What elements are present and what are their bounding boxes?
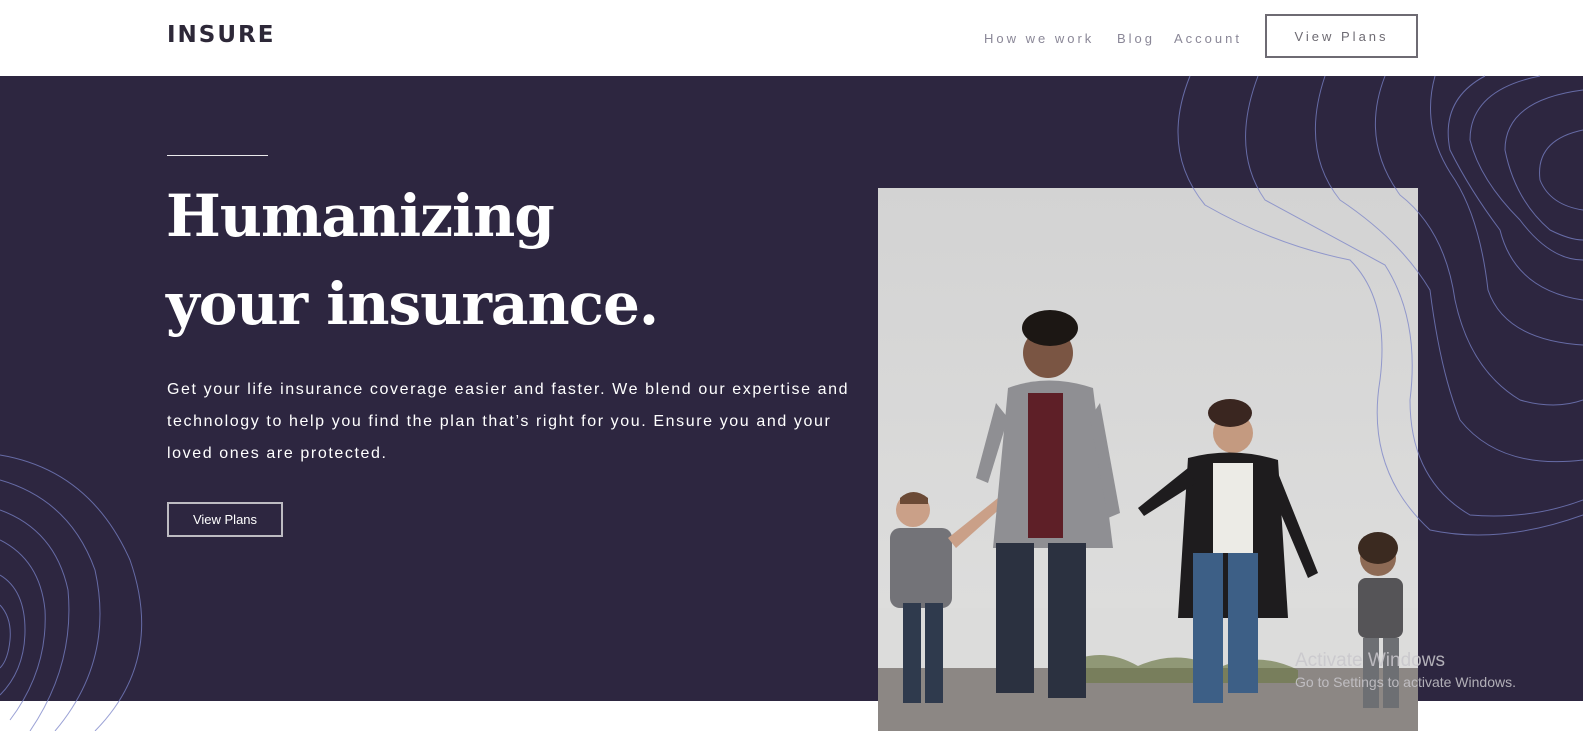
header-view-plans-button[interactable]: View Plans <box>1265 14 1418 58</box>
watermark-subtitle: Go to Settings to activate Windows. <box>1295 674 1516 690</box>
nav-link-account[interactable]: Account <box>1174 31 1242 46</box>
site-header: INSURE How we work Blog Account View Pla… <box>0 0 1583 76</box>
hero-lead-text: Get your life insurance coverage easier … <box>167 381 850 462</box>
activate-windows-watermark: Activate Windows Go to Settings to activ… <box>1295 650 1516 690</box>
logo[interactable]: INSURE <box>167 22 275 48</box>
nav-link-blog[interactable]: Blog <box>1117 31 1155 46</box>
watermark-title: Activate Windows <box>1295 650 1445 671</box>
hero-view-plans-button[interactable]: View Plans <box>167 502 283 537</box>
headline-line-1: Humanizing <box>166 182 555 250</box>
accent-line <box>167 155 268 156</box>
headline-line-2: your insurance. <box>166 270 659 338</box>
hero-headline: Humanizing your insurance. <box>166 172 659 348</box>
nav-link-how-we-work[interactable]: How we work <box>984 31 1094 46</box>
